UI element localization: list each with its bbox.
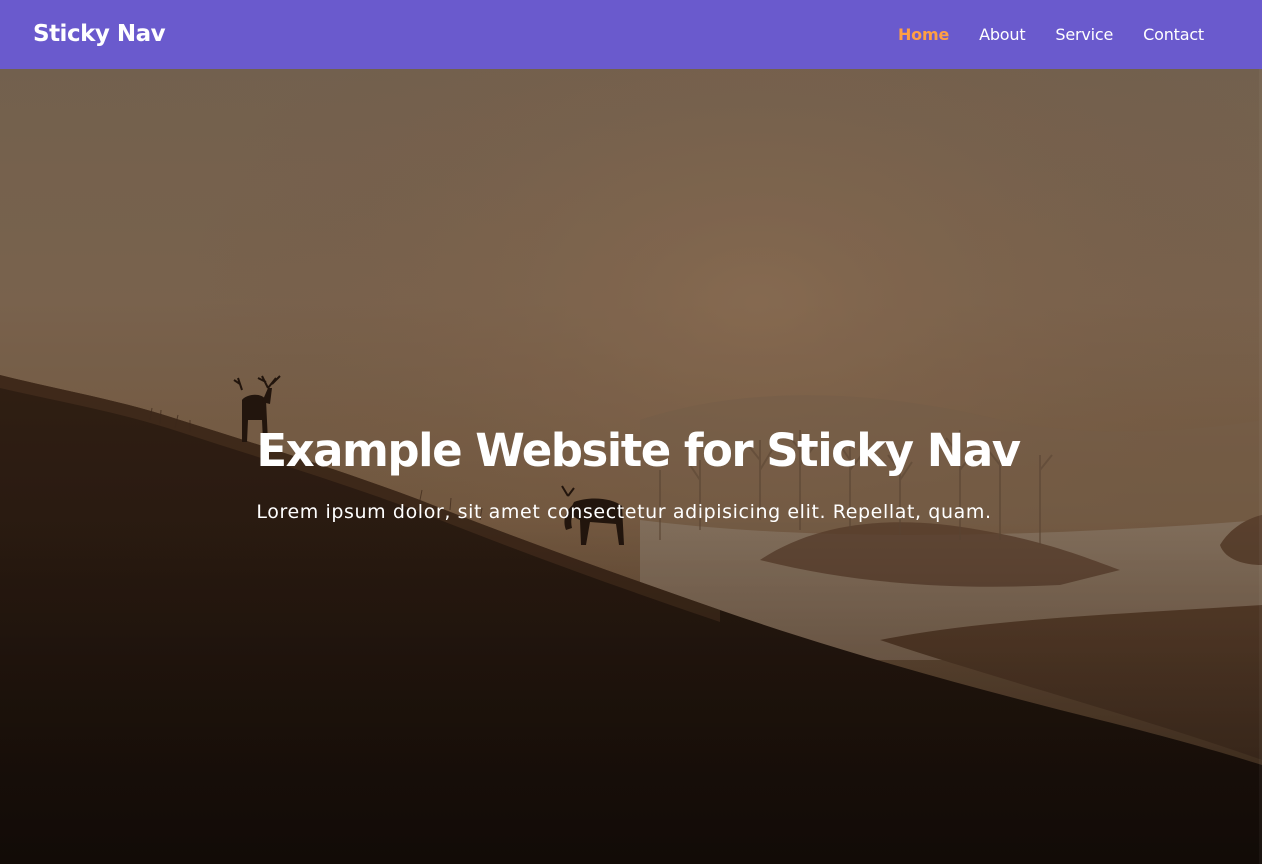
- hero-subtitle: Lorem ipsum dolor, sit amet consectetur …: [256, 501, 992, 523]
- nav-item-contact: Contact: [1143, 25, 1204, 44]
- nav-link-service[interactable]: Service: [1055, 25, 1113, 44]
- nav-links: Home About Service Contact: [868, 0, 1204, 69]
- hero-title: Example Website for Sticky Nav: [256, 424, 1021, 477]
- nav-item-home: Home: [898, 25, 949, 44]
- nav-link-home[interactable]: Home: [898, 25, 949, 44]
- nav-link-about[interactable]: About: [979, 25, 1026, 44]
- page: Sticky Nav Home About Service Contact Ex…: [0, 0, 1262, 864]
- sticky-navbar: Sticky Nav Home About Service Contact: [0, 0, 1262, 69]
- hero-section: Example Website for Sticky Nav Lorem ips…: [0, 420, 1262, 526]
- nav-item-about: About: [979, 25, 1026, 44]
- nav-item-service: Service: [1055, 25, 1113, 44]
- brand-logo[interactable]: Sticky Nav: [33, 16, 166, 52]
- nav-link-contact[interactable]: Contact: [1143, 25, 1204, 44]
